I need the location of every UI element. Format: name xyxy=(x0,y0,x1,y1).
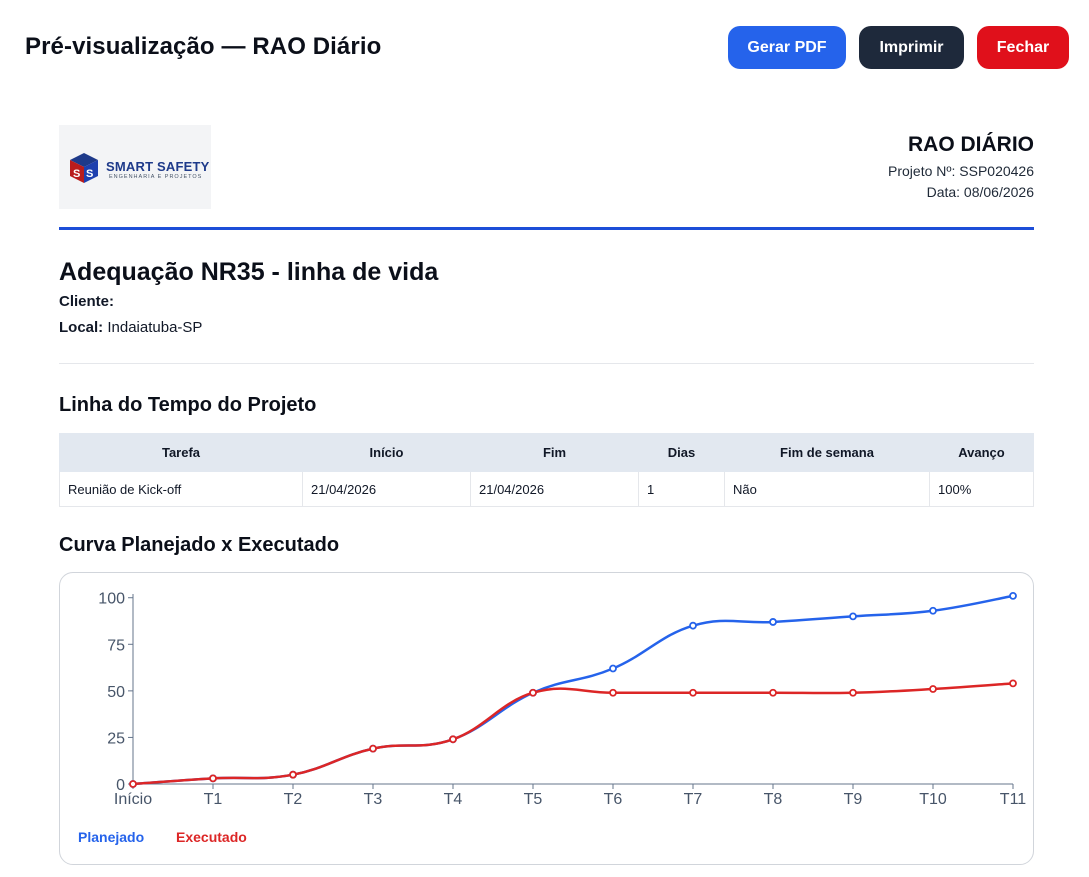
project-name: Adequação NR35 - linha de vida xyxy=(59,258,439,286)
location-row: Local: Indaiatuba-SP xyxy=(59,319,202,336)
section-divider xyxy=(59,363,1034,364)
table-cell: Não xyxy=(724,471,930,507)
executed-data-point xyxy=(849,688,857,697)
planned-data-point xyxy=(769,618,777,626)
executed-data-point xyxy=(209,774,217,783)
planned-data-point xyxy=(849,612,857,621)
client-label: Cliente: xyxy=(59,293,115,310)
executed-series-line xyxy=(132,682,1014,786)
location-value: Indaiatuba-SP xyxy=(107,319,203,336)
legend-planned: Planejado xyxy=(78,829,145,845)
executed-data-point xyxy=(369,744,377,753)
executed-data-point xyxy=(129,780,137,788)
table-cell: 21/04/2026 xyxy=(470,471,639,507)
x-tick-label: T10 xyxy=(919,791,947,808)
column-header: Fim xyxy=(470,433,639,472)
table-cell: 1 xyxy=(638,471,725,507)
x-tick-label: T5 xyxy=(524,791,543,808)
document-date: Data: 08/06/2026 xyxy=(926,184,1034,200)
executed-data-point xyxy=(769,688,777,697)
column-header: Tarefa xyxy=(59,433,303,472)
table-cell: 21/04/2026 xyxy=(302,471,471,507)
print-button[interactable]: Imprimir xyxy=(859,26,964,69)
x-tick-label: T4 xyxy=(444,791,463,808)
company-logo: S S SMART SAFETY ENGENHARIA E PROJETOS xyxy=(59,125,211,209)
logo-tagline: ENGENHARIA E PROJETOS xyxy=(109,174,203,180)
page-title: Pré-visualização — RAO Diário xyxy=(25,33,382,60)
column-header: Início xyxy=(302,433,471,472)
logo-name: SMART SAFETY xyxy=(106,159,210,174)
client-row: Cliente: xyxy=(59,293,114,310)
table-header-row: Tarefa Início Fim Dias Fim de semana Ava… xyxy=(59,433,1034,472)
y-tick-label: 100 xyxy=(98,591,125,608)
table-cell: Reunião de Kick-off xyxy=(59,471,303,507)
executed-data-point xyxy=(529,688,537,697)
executed-data-point xyxy=(1009,679,1017,688)
x-tick-label: Início xyxy=(114,791,152,808)
chart-canvas: 0255075100Início T1 T2 T3 T4 T5 T6 T7 T8 T9 T10 T11 xyxy=(98,591,1026,808)
curve-title: Curva Planejado x Executado xyxy=(59,534,340,556)
x-tick-label: T2 xyxy=(284,791,303,808)
executed-data-point xyxy=(609,688,617,697)
column-header: Fim de semana xyxy=(724,433,930,472)
y-tick-label: 50 xyxy=(107,684,125,701)
x-tick-label: T6 xyxy=(604,791,623,808)
svg-text:S: S xyxy=(86,168,93,180)
table-row: Reunião de Kick-off 21/04/2026 21/04/202… xyxy=(59,471,1034,507)
timeline-table: Tarefa Início Fim Dias Fim de semana Ava… xyxy=(59,433,1034,507)
document-header: RAO DIÁRIO Projeto Nº: SSP020426 Data: 0… xyxy=(888,133,1034,203)
close-button[interactable]: Fechar xyxy=(977,26,1069,69)
timeline-title: Linha do Tempo do Projeto xyxy=(59,394,317,416)
y-tick-label: 25 xyxy=(107,730,125,747)
planned-data-point xyxy=(1009,591,1017,600)
x-tick-label: T3 xyxy=(364,791,383,808)
executed-data-point xyxy=(449,735,457,744)
legend-executed: Executado xyxy=(176,829,247,845)
y-tick-label: 75 xyxy=(107,637,125,654)
executed-data-point xyxy=(689,688,697,697)
location-label: Local: xyxy=(59,319,104,336)
x-tick-label: T8 xyxy=(764,791,783,808)
column-header: Avanço xyxy=(929,433,1034,472)
header-divider xyxy=(59,227,1034,230)
progress-chart: 0 25 50 75 100 Início T1 T2 T3 T4 T5 T6 T7 T8 T9 T10 T11… xyxy=(59,572,1034,865)
planned-data-point xyxy=(689,621,697,630)
svg-text:S: S xyxy=(73,168,80,180)
table-cell: 100% xyxy=(929,471,1034,507)
x-tick-label: T7 xyxy=(684,791,703,808)
logo-cube-icon: S S xyxy=(70,153,98,183)
column-header: Dias xyxy=(638,433,725,472)
generate-pdf-button[interactable]: Gerar PDF xyxy=(728,26,846,69)
project-number: Projeto Nº: SSP020426 xyxy=(888,163,1034,179)
planned-data-point xyxy=(929,606,937,615)
executed-data-point xyxy=(929,685,937,693)
x-tick-label: T1 xyxy=(204,791,223,808)
planned-data-point xyxy=(609,664,617,673)
document-title: RAO DIÁRIO xyxy=(908,133,1034,156)
x-tick-label: T11 xyxy=(1000,791,1026,808)
x-tick-label: T9 xyxy=(844,791,863,808)
executed-data-point xyxy=(289,770,297,779)
top-bar: Pré-visualização — RAO Diário Gerar PDF … xyxy=(0,0,1089,95)
